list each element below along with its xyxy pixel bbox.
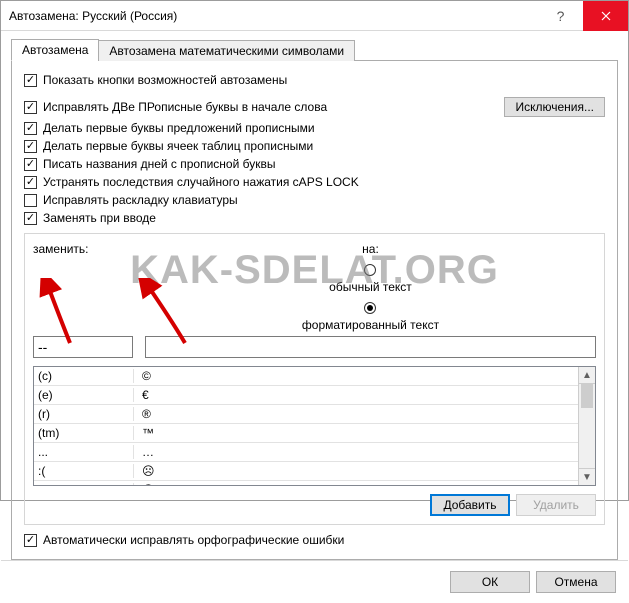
tab-math-autocorrect[interactable]: Автозамена математическими символами <box>98 40 355 61</box>
cancel-button[interactable]: Отмена <box>536 571 616 593</box>
cell-to: ☹ <box>134 464 578 478</box>
dialog-window: Автозамена: Русский (Россия) ? Автозамен… <box>0 0 629 501</box>
cell-to: ® <box>134 407 578 421</box>
opt-keyboard-layout[interactable]: Исправлять раскладку клавиатуры <box>24 193 605 207</box>
table-row[interactable]: (c)© <box>34 367 578 386</box>
cell-to: © <box>134 369 578 383</box>
close-button[interactable] <box>583 1 628 31</box>
replace-input[interactable] <box>33 336 133 358</box>
scroll-thumb[interactable] <box>581 384 593 408</box>
cell-from: (r) <box>34 407 134 421</box>
cell-to: ☹ <box>134 483 578 485</box>
cell-to: ™ <box>134 426 578 440</box>
checkbox-icon <box>24 122 37 135</box>
checkbox-icon <box>24 101 37 114</box>
cell-from: (tm) <box>34 426 134 440</box>
opt-cap-first-sentence[interactable]: Делать первые буквы предложений прописны… <box>24 121 605 135</box>
exceptions-button[interactable]: Исключения... <box>504 97 605 117</box>
checkbox-icon <box>24 194 37 207</box>
cell-from: ... <box>34 445 134 459</box>
opt-caps-lock[interactable]: Устранять последствия случайного нажатия… <box>24 175 605 189</box>
opt-replace-on-type[interactable]: Заменять при вводе <box>24 211 605 225</box>
table-row[interactable]: (tm)™ <box>34 424 578 443</box>
table-row[interactable]: ...… <box>34 443 578 462</box>
cell-to: € <box>134 388 578 402</box>
close-icon <box>601 11 611 21</box>
cell-to: … <box>134 445 578 459</box>
table-row[interactable]: (e)€ <box>34 386 578 405</box>
dialog-footer: ОК Отмена <box>1 560 628 603</box>
checkbox-icon <box>24 534 37 547</box>
checkbox-icon <box>24 158 37 171</box>
opt-show-buttons[interactable]: Показать кнопки возможностей автозамены <box>24 73 605 87</box>
radio-formatted-text[interactable] <box>364 302 376 314</box>
help-button[interactable]: ? <box>538 1 583 31</box>
title-bar: Автозамена: Русский (Россия) ? <box>1 1 628 31</box>
with-label: на: <box>362 242 379 256</box>
checkbox-icon <box>24 140 37 153</box>
opt-two-initial-caps[interactable]: Исправлять ДВе ПРописные буквы в начале … <box>24 97 605 117</box>
tab-body: Показать кнопки возможностей автозамены … <box>11 61 618 560</box>
checkbox-icon <box>24 74 37 87</box>
replace-label: заменить: <box>33 242 133 256</box>
table-body[interactable]: (c)©(e)€(r)®(tm)™...…:(☹:-(☹ <box>34 367 578 485</box>
tab-autocorrect[interactable]: Автозамена <box>11 39 99 61</box>
scrollbar[interactable]: ▲ ▼ <box>578 367 595 485</box>
table-row[interactable]: (r)® <box>34 405 578 424</box>
content-area: Автозамена Автозамена математическими си… <box>1 31 628 560</box>
replace-group: заменить: на: обычный текст форматирован… <box>24 233 605 525</box>
table-row[interactable]: :-(☹ <box>34 481 578 485</box>
ok-button[interactable]: ОК <box>450 571 530 593</box>
replacements-table: (c)©(e)€(r)®(tm)™...…:(☹:-(☹ ▲ ▼ <box>33 366 596 486</box>
add-button[interactable]: Добавить <box>430 494 510 516</box>
opt-cap-days[interactable]: Писать названия дней с прописной буквы <box>24 157 605 171</box>
checkbox-icon <box>24 212 37 225</box>
scroll-up-icon[interactable]: ▲ <box>579 367 595 384</box>
scroll-down-icon[interactable]: ▼ <box>579 468 595 485</box>
checkbox-icon <box>24 176 37 189</box>
radio-plain-text[interactable] <box>364 264 376 276</box>
tab-strip: Автозамена Автозамена математическими си… <box>11 37 618 61</box>
scroll-track[interactable] <box>579 384 595 468</box>
window-title: Автозамена: Русский (Россия) <box>1 9 538 23</box>
cell-from: :( <box>34 464 134 478</box>
with-input[interactable] <box>145 336 596 358</box>
cell-from: :-( <box>34 483 134 485</box>
delete-button: Удалить <box>516 494 596 516</box>
opt-cap-first-cells[interactable]: Делать первые буквы ячеек таблиц прописн… <box>24 139 605 153</box>
opt-auto-spellcheck[interactable]: Автоматически исправлять орфографические… <box>24 533 605 547</box>
cell-from: (e) <box>34 388 134 402</box>
table-row[interactable]: :(☹ <box>34 462 578 481</box>
cell-from: (c) <box>34 369 134 383</box>
